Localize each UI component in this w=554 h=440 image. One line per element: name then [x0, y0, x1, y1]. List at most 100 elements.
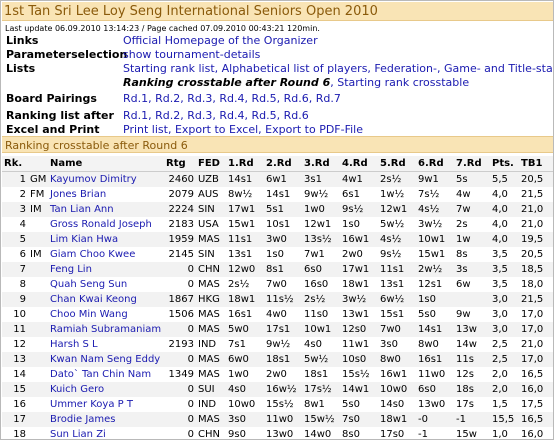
- cell-rd7: 8s: [456, 249, 468, 260]
- cell-rating: 2079: [168, 189, 194, 200]
- cell-rd3: 5w½: [302, 352, 340, 367]
- cell-rd5: 3s0: [380, 339, 398, 350]
- page-title: 1st Tan Sri Lee Loy Seng International S…: [2, 2, 553, 21]
- cell-rating: 0: [164, 382, 196, 397]
- table-row: 6 IM Giam Choo Kwee 2145 SIN 13s1 1s0 7w1 2w0 9s½…: [2, 247, 553, 262]
- cell-rd3: 14w0: [304, 429, 332, 440]
- cell-rd6: -1: [418, 429, 428, 440]
- cell-fed: IND: [198, 339, 217, 350]
- cell-tb1: 21,0: [521, 219, 544, 230]
- cell-name[interactable]: Lim Kian Hwa: [48, 232, 164, 247]
- cell-name[interactable]: Kwan Nam Seng Eddy: [48, 352, 164, 367]
- ranking-link-3[interactable]: Rd.3: [187, 109, 212, 122]
- cell-rd6: 3w½: [418, 219, 443, 230]
- ranking-link-5[interactable]: Rd.5: [252, 109, 277, 122]
- ranking-link-2[interactable]: Rd.2: [155, 109, 180, 122]
- tournament-details-link[interactable]: show tournament-details: [123, 48, 260, 62]
- cell-name[interactable]: Jones Brian: [48, 187, 164, 202]
- cell-points: 2,0: [490, 382, 519, 397]
- cell-fed: SUI: [196, 382, 226, 397]
- pairings-link-2[interactable]: Rd.2: [155, 92, 180, 105]
- cell-points: 4,0: [490, 202, 519, 217]
- cell-name[interactable]: Tan Lian Ann: [48, 202, 164, 217]
- cell-name[interactable]: Kayumov Dimitry: [48, 171, 164, 187]
- cell-rd7: 12s: [456, 369, 474, 380]
- cell-rd7: 9w: [456, 309, 471, 320]
- cell-name[interactable]: Giam Choo Kwee: [48, 247, 164, 262]
- pairings-link-5[interactable]: Rd.5: [252, 92, 277, 105]
- cell-points: 3,5: [490, 262, 519, 277]
- cell-rating: 2183: [168, 219, 194, 230]
- starting-rank-crosstable-link[interactable]: , Starting rank crosstable: [330, 76, 469, 89]
- pairings-link-6[interactable]: Rd.6: [284, 92, 309, 105]
- cell-rank: 16: [13, 399, 26, 410]
- pairings-link-7[interactable]: Rd.7: [316, 92, 341, 105]
- col-header-title: [28, 156, 48, 172]
- table-row: 13 Kwan Nam Seng Eddy 0 MAS 6w0 18s1 5w½ 10s0 8w…: [2, 352, 553, 367]
- cell-rd4: 2w0: [342, 249, 363, 260]
- table-row: 10 Choo Min Wang 1506 MAS 16s1 4w0 11s0 13w1 15s…: [2, 307, 553, 322]
- cell-name[interactable]: Gross Ronald Joseph: [48, 217, 164, 232]
- cell-fed: CHN: [198, 429, 220, 440]
- cell-points: 2,5: [490, 352, 519, 367]
- table-row: 2 FM Jones Brian 2079 AUS 8w½ 14s1 9w½ 6s1 1w½ 7s½…: [2, 187, 553, 202]
- cell-points: 3,0: [492, 309, 508, 320]
- pairings-link-1[interactable]: Rd.1: [123, 92, 148, 105]
- cell-rd5: 4s½: [378, 232, 416, 247]
- cell-rd1: 11s1: [226, 232, 264, 247]
- cell-rd6: 14s1: [416, 322, 454, 337]
- cell-rank: 4: [19, 219, 26, 230]
- excel-link-3[interactable]: Export to PDF-File: [265, 123, 363, 136]
- cell-rd7: 7w: [454, 202, 490, 217]
- cell-points: 4,0: [492, 219, 508, 230]
- cell-rd6: 1s0: [416, 292, 454, 307]
- cell-title: [28, 232, 48, 247]
- cell-name[interactable]: Sun Lian Zi: [48, 427, 164, 439]
- cell-rank: 7: [2, 262, 28, 277]
- pairings-link-3[interactable]: Rd.3: [187, 92, 212, 105]
- cell-rd7: 18s: [454, 382, 490, 397]
- cell-name[interactable]: Brodie James: [48, 412, 164, 427]
- cell-rd3: 18s1: [304, 369, 329, 380]
- excel-link-1[interactable]: Print list: [123, 123, 168, 136]
- cell-name[interactable]: Harsh S L: [48, 337, 164, 352]
- cell-points: 3,5: [492, 279, 508, 290]
- homepage-link[interactable]: Official Homepage of the Organizer: [123, 34, 318, 48]
- cell-rd7: 15w: [456, 429, 477, 440]
- cell-name[interactable]: Kuich Gero: [48, 382, 164, 397]
- ranking-link-4[interactable]: Rd.4: [219, 109, 244, 122]
- excel-link-2[interactable]: Export to Excel: [175, 123, 258, 136]
- cell-rd7: 13w: [454, 322, 490, 337]
- cell-rd2: 7w0: [266, 279, 287, 290]
- cell-rd5: 8w0: [378, 352, 416, 367]
- pairings-link-4[interactable]: Rd.4: [219, 92, 244, 105]
- cell-fed: SIN: [196, 202, 226, 217]
- cell-rank: 15: [2, 382, 28, 397]
- cell-rd2: 1s0: [266, 249, 284, 260]
- lists-links-line1[interactable]: Starting rank list, Alphabetical list of…: [123, 62, 553, 76]
- cell-name[interactable]: Quah Seng Sun: [48, 277, 164, 292]
- cell-rd2: 15s½: [266, 399, 294, 410]
- cell-points: 4,0: [490, 232, 519, 247]
- cell-fed: MAS: [198, 369, 220, 380]
- cell-rd2: 16w½: [264, 382, 302, 397]
- cell-name[interactable]: Dato` Tan Chin Nam: [48, 367, 164, 382]
- cell-title: IM: [28, 202, 48, 217]
- ranking-link-6[interactable]: Rd.6: [284, 109, 309, 122]
- cell-title: [28, 217, 48, 232]
- cell-name[interactable]: Ummer Koya P T: [48, 397, 164, 412]
- cell-rd2: 3w0: [264, 232, 302, 247]
- cell-rd2: 6w1: [264, 171, 302, 187]
- table-row: 8 Quah Seng Sun 0 MAS 2s½ 7w0 16s0 18w1 13s1 12s1…: [2, 277, 553, 292]
- cell-rd1: 14s1: [226, 171, 264, 187]
- cell-rank: 2: [19, 189, 26, 200]
- cell-rd2: 4w0: [266, 309, 287, 320]
- cell-name[interactable]: Ramiah Subramaniam: [48, 322, 164, 337]
- cell-fed: CHN: [196, 262, 226, 277]
- ranking-link-1[interactable]: Rd.1: [123, 109, 148, 122]
- cell-rd6: 8w0: [418, 339, 439, 350]
- table-row: 15 Kuich Gero 0 SUI 4s0 16w½ 17s½ 14w1 10w0 6s0 18…: [2, 382, 553, 397]
- cell-name[interactable]: Choo Min Wang: [48, 307, 164, 322]
- cell-name[interactable]: Feng Lin: [48, 262, 164, 277]
- cell-name[interactable]: Chan Kwai Keong: [48, 292, 164, 307]
